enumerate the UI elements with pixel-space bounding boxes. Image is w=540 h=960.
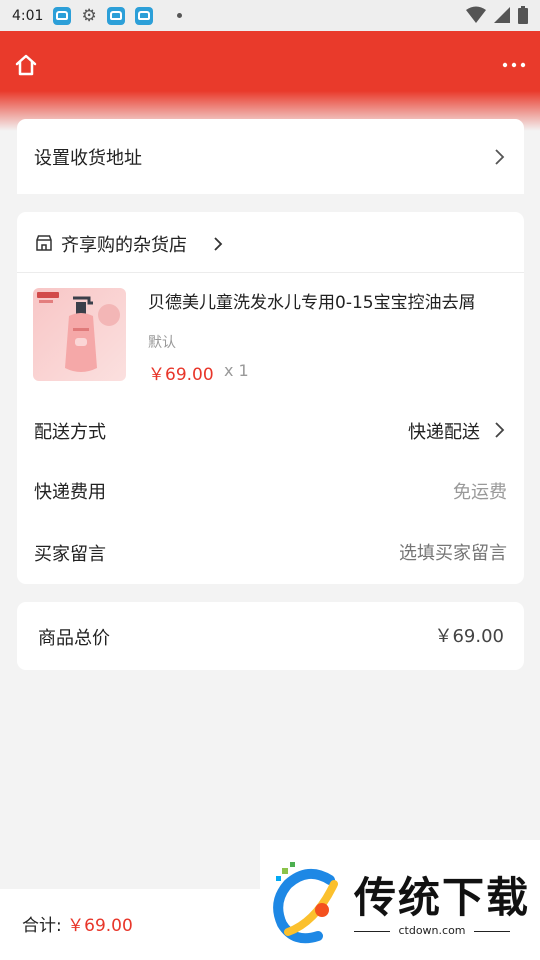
delivery-method-value: 快递配送: [408, 422, 480, 443]
top-header: [0, 31, 540, 131]
goods-total-value: ￥69.00: [434, 626, 504, 647]
shampoo-bottle-image: [37, 292, 120, 372]
wifi-icon: [466, 6, 486, 23]
buyer-message-label: 买家留言: [34, 544, 106, 565]
shipping-fee-row: 快递费用 免运费: [17, 468, 524, 512]
status-time: 4:01: [12, 7, 44, 24]
delivery-method-row[interactable]: 配送方式 快递配送: [17, 408, 524, 452]
ctdown-logo-icon: [273, 862, 338, 944]
battery-icon: [518, 6, 528, 24]
order-card: 齐享购的杂货店 贝德美儿童洗发水儿专用0-15宝宝控油去屑 默认 ￥69.00 …: [17, 212, 524, 584]
settings-gear-icon: ⚙: [81, 5, 97, 26]
shipping-fee-value: 免运费: [453, 482, 507, 503]
shop-header[interactable]: 齐享购的杂货店: [17, 212, 524, 273]
buyer-message-row: 买家留言: [17, 530, 524, 574]
chevron-right-icon: [495, 149, 505, 165]
home-icon[interactable]: [12, 51, 40, 79]
shop-name: 齐享购的杂货店: [61, 235, 187, 256]
status-indicators: [466, 6, 528, 24]
watermark-logo: 传统下载 ctdown.com: [260, 840, 540, 960]
address-selector[interactable]: 设置收货地址: [17, 119, 524, 194]
signal-icon: [494, 7, 510, 23]
car-app-icon: [106, 6, 125, 25]
status-bar: 4:01 ⚙: [0, 0, 540, 31]
chevron-right-icon: [214, 237, 223, 251]
shipping-fee-label: 快递费用: [34, 482, 106, 503]
store-icon: [36, 235, 52, 251]
buyer-message-input[interactable]: [287, 538, 507, 568]
address-label: 设置收货地址: [34, 148, 142, 169]
order-total-amount: ￥69.00: [67, 916, 133, 936]
car-app-icon: [134, 6, 153, 25]
divider: [474, 931, 510, 932]
notification-dot-icon: [176, 13, 182, 18]
car-app-icon: [53, 6, 72, 25]
product-quantity: x 1: [224, 361, 249, 380]
goods-total-label: 商品总价: [38, 628, 110, 649]
product-spec: 默认: [148, 335, 176, 351]
watermark-title: 传统下载: [354, 873, 531, 922]
more-dots-icon[interactable]: [500, 51, 528, 79]
product-title[interactable]: 贝德美儿童洗发水儿专用0-15宝宝控油去屑: [148, 288, 498, 313]
price-summary-card: 商品总价 ￥69.00: [17, 602, 524, 670]
order-total-label: 合计:: [22, 916, 62, 936]
order-total: 合计: ￥69.00: [22, 911, 133, 936]
product-price: ￥69.00: [148, 365, 214, 385]
delivery-method-label: 配送方式: [34, 422, 106, 443]
chevron-right-icon: [495, 422, 505, 438]
product-image[interactable]: [33, 288, 126, 381]
